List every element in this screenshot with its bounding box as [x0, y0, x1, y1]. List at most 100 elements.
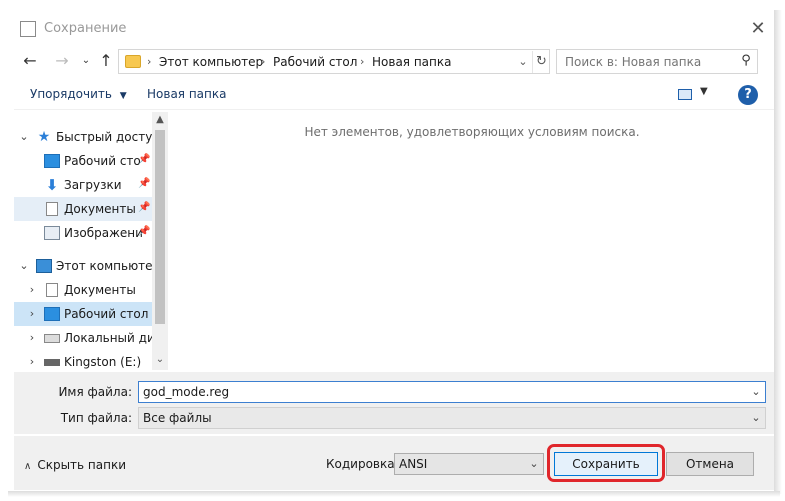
recent-locations-button[interactable]: ⌄: [76, 50, 96, 72]
nav-item-label: Загрузки: [64, 178, 122, 192]
chevron-right-icon[interactable]: ›: [26, 331, 38, 344]
nav-scrollbar[interactable]: ▲ ⌄: [152, 112, 168, 370]
chevron-down-icon: ⌄: [529, 457, 539, 470]
address-bar[interactable]: › Этот компьютер › Рабочий стол › Новая …: [118, 49, 550, 74]
new-folder-button[interactable]: Новая папка: [147, 87, 226, 101]
window-shadow-right: [774, 10, 782, 494]
folder-icon: [125, 55, 141, 68]
hide-folders-label: Скрыть папки: [37, 458, 127, 472]
nav-item-label: Быстрый доступ: [56, 130, 161, 144]
view-icon: [678, 89, 692, 100]
filetype-select[interactable]: Все файлы ⌄: [138, 407, 766, 429]
chevron-down-icon[interactable]: ⌄: [152, 354, 168, 368]
breadcrumb-separator-icon: ›: [147, 55, 152, 68]
chevron-right-icon[interactable]: ›: [26, 355, 38, 368]
filename-label: Имя файла:: [58, 385, 132, 399]
cancel-button[interactable]: Отмена: [666, 452, 754, 476]
desktop-icon: [44, 307, 60, 321]
chevron-down-icon: ⌄: [751, 411, 761, 424]
file-fields: Имя файла: ⌄ Тип файла: Все файлы ⌄: [14, 372, 774, 434]
refresh-icon: ↻: [536, 54, 547, 69]
drive-icon: [44, 334, 60, 343]
nav-item-label: Этот компьютер: [56, 259, 161, 273]
nav-item-pictures[interactable]: Изображени 📌: [14, 221, 152, 245]
organize-label: Упорядочить: [30, 87, 112, 101]
empty-message: Нет элементов, удовлетворяющих условиям …: [304, 125, 640, 139]
nav-item-kingston[interactable]: › Kingston (E:): [14, 350, 152, 370]
filetype-label: Тип файла:: [60, 411, 132, 425]
nav-item-desktop[interactable]: Рабочий сто 📌: [14, 149, 152, 173]
nav-item-documents[interactable]: Документы 📌: [14, 197, 152, 221]
nav-item-downloads[interactable]: ⬇ Загрузки 📌: [14, 173, 152, 197]
up-button[interactable]: ↑: [96, 50, 116, 72]
close-button[interactable]: ✕: [744, 16, 772, 42]
organize-button[interactable]: Упорядочить ▼: [30, 87, 127, 101]
dialog-footer: ∧ Скрыть папки Кодировка: ANSI ⌄ Сохранит…: [14, 436, 774, 490]
nav-item-pc-desktop[interactable]: › Рабочий стол: [14, 302, 152, 326]
breadcrumb-item[interactable]: Рабочий стол: [273, 55, 357, 69]
nav-quick-access[interactable]: ⌄ ★ Быстрый доступ: [14, 125, 160, 149]
nav-this-pc[interactable]: ⌄ Этот компьютер: [14, 254, 160, 278]
forward-arrow-icon: →: [55, 51, 69, 70]
documents-icon: [46, 283, 58, 297]
file-list-area[interactable]: Нет элементов, удовлетворяющих условиям …: [172, 112, 772, 370]
pin-icon: 📌: [138, 226, 151, 237]
filetype-value: Все файлы: [143, 411, 212, 425]
command-toolbar: Упорядочить ▼ Новая папка ▼ ?: [14, 80, 774, 110]
star-icon: ★: [37, 129, 51, 145]
nav-item-label: Локальный дис: [64, 331, 162, 345]
breadcrumb-item[interactable]: Новая папка: [372, 55, 451, 69]
help-button[interactable]: ?: [738, 85, 758, 105]
address-dropdown-button[interactable]: ⌄: [515, 52, 531, 72]
change-view-button[interactable]: ▼: [676, 86, 716, 104]
back-arrow-icon: ←: [23, 51, 37, 70]
close-icon: ✕: [750, 18, 766, 39]
window-shadow-bottom: [8, 491, 780, 497]
chevron-right-icon[interactable]: ›: [26, 283, 38, 296]
chevron-down-icon[interactable]: ⌄: [18, 130, 30, 143]
forward-button[interactable]: →: [52, 50, 72, 72]
pin-icon: 📌: [138, 154, 151, 165]
encoding-select[interactable]: ANSI ⌄: [394, 453, 544, 475]
nav-item-label: Изображени: [64, 226, 143, 240]
save-button[interactable]: Сохранить: [554, 452, 658, 476]
caret-down-icon: ▼: [119, 91, 127, 101]
breadcrumb-separator-icon[interactable]: ›: [261, 55, 265, 68]
breadcrumb-separator-icon[interactable]: ›: [360, 55, 364, 68]
usb-drive-icon: [44, 359, 60, 366]
up-arrow-icon: ↑: [99, 51, 113, 70]
nav-item-label: Документы: [64, 283, 136, 297]
filename-field[interactable]: ⌄: [138, 381, 766, 403]
documents-icon: [46, 202, 58, 216]
nav-item-local-disk[interactable]: › Локальный дис: [14, 326, 162, 350]
back-button[interactable]: ←: [20, 50, 40, 72]
scrollbar-thumb[interactable]: [155, 130, 165, 324]
nav-item-label: Рабочий стол: [64, 307, 149, 321]
navigation-pane: ⌄ ★ Быстрый доступ Рабочий сто 📌 ⬇ Загру…: [14, 112, 168, 370]
nav-item-pc-documents[interactable]: › Документы: [14, 278, 152, 302]
navigation-bar: ← → ⌄ ↑ › Этот компьютер › Рабочий стол …: [14, 44, 774, 78]
scroll-up-icon[interactable]: ▲: [152, 114, 168, 128]
hide-folders-button[interactable]: ∧ Скрыть папки: [24, 458, 126, 472]
nav-item-label: Документы: [64, 202, 136, 216]
search-input[interactable]: [565, 53, 735, 71]
computer-icon: [36, 259, 52, 273]
desktop-icon: [44, 154, 60, 168]
breadcrumb-item[interactable]: Этот компьютер: [159, 55, 263, 69]
chevron-down-icon[interactable]: ⌄: [747, 383, 765, 401]
notepad-icon: [20, 21, 36, 37]
pictures-icon: [44, 226, 60, 240]
search-icon: ⚲: [741, 53, 751, 68]
save-dialog: Сохранение ✕ ← → ⌄ ↑ › Этот компьютер › …: [0, 0, 785, 501]
pin-icon: 📌: [138, 202, 151, 213]
window-title: Сохранение: [44, 21, 127, 36]
filename-input[interactable]: [143, 384, 733, 400]
downloads-icon: ⬇: [45, 176, 59, 194]
chevron-right-icon[interactable]: ›: [26, 307, 38, 320]
search-box[interactable]: ⚲: [556, 49, 758, 74]
nav-item-label: Рабочий сто: [64, 154, 141, 168]
chevron-down-icon[interactable]: ⌄: [18, 259, 30, 272]
chevron-down-icon: ⌄: [518, 55, 528, 68]
refresh-button[interactable]: ↻: [532, 51, 550, 73]
pin-icon: 📌: [138, 178, 151, 189]
